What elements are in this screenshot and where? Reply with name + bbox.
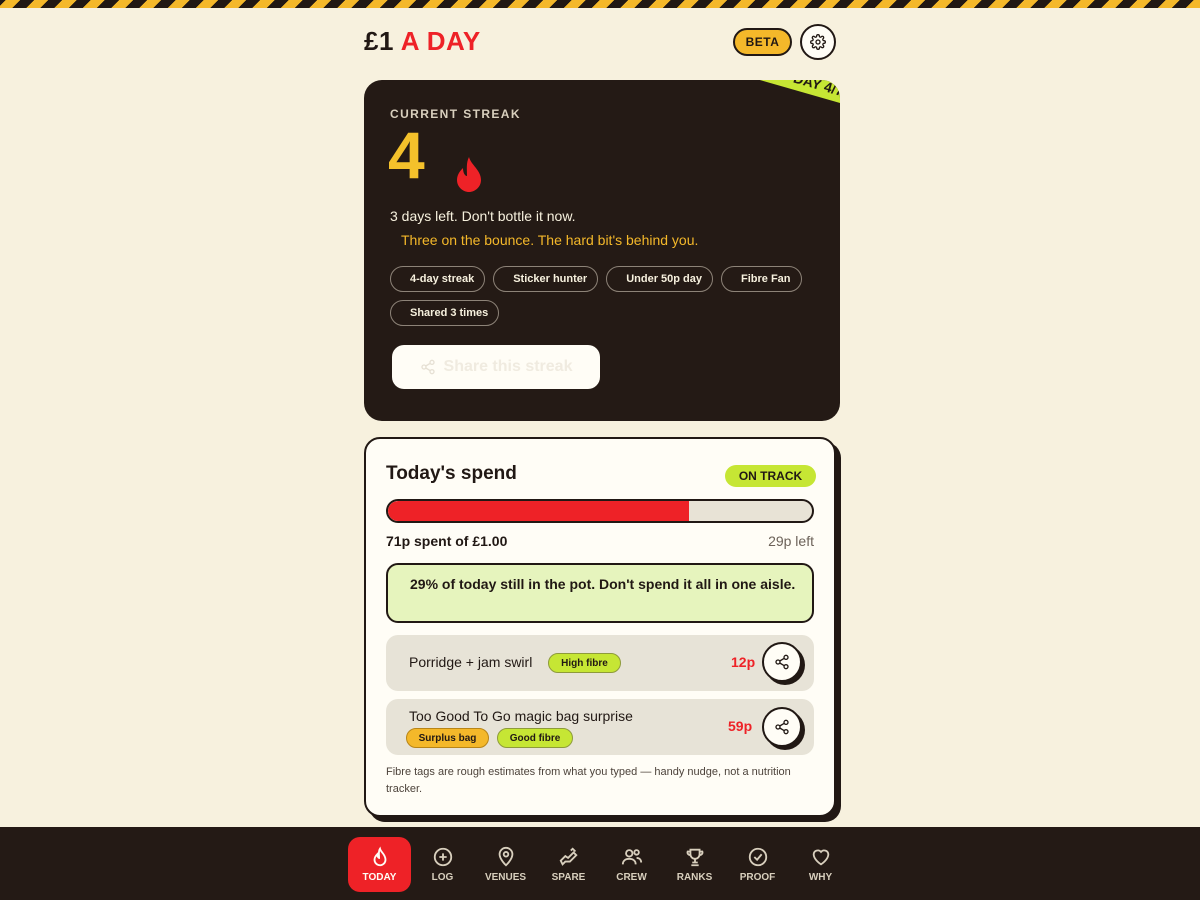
nav-label: LOG (431, 872, 454, 883)
share-icon (775, 654, 789, 670)
spend-progress-bar (386, 499, 814, 523)
map-pin-icon (498, 846, 513, 867)
status-badge: ON TRACK (725, 465, 816, 487)
spent-text: 71p spent of £1.00 (386, 533, 508, 549)
badge-chip: Under 50p day (606, 266, 713, 292)
nav-label: SPARE (551, 872, 586, 883)
tag-chip: Surplus bag (406, 728, 489, 748)
share-entry-button[interactable] (762, 642, 802, 682)
bottom-nav: TODAY LOG VENUES SPARE CREW RANKS PROOF … (0, 827, 1200, 900)
share-icon (420, 359, 435, 375)
badge-chip: Shared 3 times (390, 300, 500, 326)
badge-chip: Sticker hunter (493, 266, 599, 292)
entry-name: Porridge + jam swirl (409, 654, 533, 670)
nav-item-why[interactable]: WHY (789, 837, 852, 892)
nav-label: PROOF (739, 872, 776, 883)
nav-label: RANKS (676, 872, 713, 883)
nav-label: VENUES (484, 872, 527, 883)
gear-icon (810, 34, 826, 50)
share-icon (775, 719, 789, 735)
users-icon (621, 849, 642, 865)
progress-fill (388, 501, 690, 521)
logo-prefix: £1 (364, 26, 394, 56)
nav-label: CREW (616, 872, 647, 883)
share-streak-label: Share this streak (443, 358, 573, 375)
remaining-text: 29p left (768, 533, 814, 549)
app-logo[interactable]: £1 A DAY (364, 26, 481, 57)
list-item[interactable]: Too Good To Go magic bag surprise Surplu… (386, 699, 814, 755)
badge-chip: Fibre Fan (721, 266, 802, 292)
flame-icon (373, 846, 386, 867)
hazard-stripe (0, 0, 1200, 8)
badge-list: 4-day streak Sticker hunter Under 50p da… (390, 266, 820, 326)
spend-title: Today's spend (386, 463, 517, 484)
logo-accent: A DAY (400, 26, 481, 56)
tag-chip: Good fibre (497, 728, 573, 748)
nav-item-spare[interactable]: SPARE (537, 837, 600, 892)
streak-count: 4 (388, 118, 425, 192)
spend-card: Today's spend ON TRACK 71p spent of £1.0… (364, 437, 836, 817)
share-entry-button[interactable] (762, 707, 802, 747)
flame-icon (457, 157, 481, 192)
check-badge-icon (748, 847, 767, 867)
nav-item-crew[interactable]: CREW (600, 837, 663, 892)
tag-chip: High fibre (548, 653, 621, 673)
plus-circle-icon (433, 847, 452, 867)
trophy-icon (686, 848, 703, 867)
corner-ribbon: DAY 4/7 (753, 80, 840, 109)
entry-price: 59p (728, 718, 753, 734)
encouragement-text: Three on the bounce. The hard bit's behi… (401, 232, 699, 248)
nav-item-log[interactable]: LOG (411, 837, 474, 892)
settings-button[interactable] (800, 24, 836, 60)
tip-text: 29% of today still in the pot. Don't spe… (410, 576, 796, 592)
nav-label: WHY (808, 872, 833, 883)
heart-icon (812, 849, 829, 866)
days-left-text: 3 days left. Don't bottle it now. (390, 208, 576, 224)
nav-item-ranks[interactable]: RANKS (663, 837, 726, 892)
nav-item-today[interactable]: TODAY (348, 837, 411, 892)
share-streak-button[interactable]: Share this streak (392, 345, 600, 389)
list-item[interactable]: Porridge + jam swirl High fibre 12p (386, 635, 814, 691)
entry-price: 12p (731, 654, 756, 670)
nav-item-proof[interactable]: PROOF (726, 837, 789, 892)
badge-chip: 4-day streak (390, 266, 486, 292)
nav-item-venues[interactable]: VENUES (474, 837, 537, 892)
header: £1 A DAY BETA (364, 24, 840, 60)
entry-name: Too Good To Go magic bag surprise (409, 708, 633, 724)
nav-label: TODAY (362, 872, 397, 883)
fibre-note: Fibre tags are rough estimates from what… (386, 766, 791, 795)
beta-badge: BETA (733, 28, 792, 56)
hand-give-icon (559, 847, 578, 866)
streak-card: DAY 4/7 CURRENT STREAK 4 3 days left. Do… (364, 80, 840, 421)
tip-banner: 29% of today still in the pot. Don't spe… (386, 563, 814, 623)
